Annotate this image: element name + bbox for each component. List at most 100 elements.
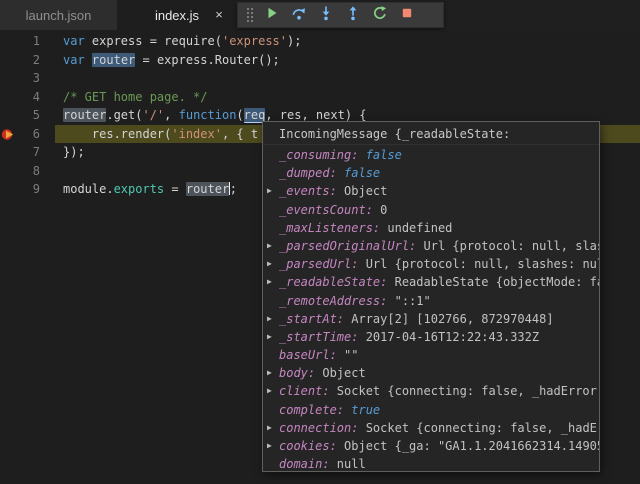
code-line-1[interactable]: 1 var express = require('express'); [0, 32, 640, 51]
hover-property-row: complete: true [263, 401, 599, 419]
property-value: Url {protocol: null, slash [424, 239, 600, 253]
hover-property-row[interactable]: ▶_startTime: 2017-04-16T12:22:43.332Z [263, 328, 599, 346]
hover-property-row[interactable]: ▶_parsedUrl: Url {protocol: null, slashe… [263, 255, 599, 273]
code-token: ); [287, 34, 301, 48]
hover-property-row: _consuming: false [263, 146, 599, 164]
twisty-expand-icon[interactable]: ▶ [267, 255, 272, 273]
property-name: _readableState: [279, 275, 395, 289]
hover-property-row[interactable]: ▶ client: Socket {connecting: false, _had… [263, 382, 599, 400]
code-token: router [92, 53, 135, 67]
property-value: "" [344, 348, 358, 362]
code-token: 'express' [222, 34, 287, 48]
property-name: complete: [279, 403, 351, 417]
code-line-2[interactable]: 2 var router = express.Router(); [0, 51, 640, 70]
stop-button[interactable] [393, 3, 420, 27]
tab-index-js[interactable]: index.js × [118, 0, 236, 30]
glyph-margin [0, 51, 20, 70]
stop-icon [399, 5, 415, 26]
glyph-margin [0, 143, 20, 162]
twisty-expand-icon[interactable]: ▶ [267, 364, 272, 382]
line-content: /* GET home page. */ [55, 88, 640, 107]
twisty-expand-icon[interactable]: ▶ [267, 237, 272, 255]
code-token: , [164, 108, 178, 122]
hover-rows: _consuming: false_dumped: false▶_events:… [263, 146, 599, 472]
hover-property-row: baseUrl: "" [263, 346, 599, 364]
close-icon[interactable]: × [211, 7, 227, 23]
code-token: ( [236, 108, 243, 122]
step-into-button[interactable] [312, 3, 339, 27]
property-name: client: [279, 384, 337, 398]
glyph-margin [0, 162, 20, 181]
property-value: Socket {connecting: false, _hadErr [366, 421, 599, 435]
property-value: Object {_ga: "GA1.1.2041662314.149050 [344, 439, 599, 453]
step-over-icon [291, 5, 307, 26]
continue-button[interactable] [258, 3, 285, 27]
property-value: 0 [380, 203, 387, 217]
line-number: 2 [20, 51, 40, 70]
code-token: exports [114, 182, 165, 196]
twisty-expand-icon[interactable]: ▶ [267, 382, 272, 400]
twisty-expand-icon[interactable]: ▶ [267, 310, 272, 328]
hover-property-row[interactable]: ▶body: Object [263, 364, 599, 382]
property-value: Object [344, 184, 387, 198]
line-content: var express = require('express'); [55, 32, 640, 51]
hover-property-row[interactable]: ▶ cookies: Object {_ga: "GA1.1.2041662314… [263, 437, 599, 455]
property-value: false [366, 148, 402, 162]
twisty-expand-icon[interactable]: ▶ [267, 419, 272, 437]
property-value: "::1" [395, 294, 431, 308]
code-token: '/' [142, 108, 164, 122]
property-name: cookies: [279, 439, 344, 453]
code-token [85, 53, 92, 67]
tab-launch-json[interactable]: launch.json [0, 0, 118, 30]
hover-property-row: _maxListeners: undefined [263, 219, 599, 237]
property-name: _maxListeners: [279, 221, 387, 235]
code-line-3[interactable]: 3 [0, 69, 640, 88]
code-token: }); [63, 145, 85, 159]
property-name: _parsedUrl: [279, 257, 366, 271]
line-content: var router = express.Router(); [55, 51, 640, 70]
drag-handle-icon[interactable] [246, 7, 254, 23]
property-value: Socket {connecting: false, _hadError: [337, 384, 599, 398]
glyph-margin [0, 180, 20, 199]
hover-property-row[interactable]: ▶_startAt: Array[2] [102766, 872970448] [263, 310, 599, 328]
line-number: 9 [20, 180, 40, 199]
debug-hover: IncomingMessage {_readableState: _consum… [262, 121, 600, 472]
twisty-expand-icon[interactable]: ▶ [267, 182, 272, 200]
line-number: 3 [20, 69, 40, 88]
hover-property-row[interactable]: ▶ _parsedOriginalUrl: Url {protocol: null… [263, 237, 599, 255]
step-over-button[interactable] [285, 3, 312, 27]
code-token: res.render( [63, 127, 171, 141]
code-token: router [186, 182, 229, 196]
breakpoint-current-line-icon[interactable] [0, 125, 20, 144]
line-number: 1 [20, 32, 40, 51]
code-token: .get( [106, 108, 142, 122]
property-name: baseUrl: [279, 348, 344, 362]
property-name: _events: [279, 184, 344, 198]
code-token: , res, next) { [265, 108, 366, 122]
code-token: router [63, 108, 106, 122]
code-token: var [63, 53, 85, 67]
twisty-expand-icon[interactable]: ▶ [267, 273, 272, 291]
property-name: _eventsCount: [279, 203, 380, 217]
glyph-margin [0, 32, 20, 51]
restart-button[interactable] [366, 3, 393, 27]
code-token: module. [63, 182, 114, 196]
property-value: Array[2] [102766, 872970448] [351, 312, 553, 326]
property-name: domain: [279, 457, 337, 471]
line-content [55, 69, 640, 88]
hover-property-row[interactable]: ▶ _events: Object [263, 182, 599, 200]
twisty-expand-icon[interactable]: ▶ [267, 328, 272, 346]
property-name: _parsedOriginalUrl: [279, 239, 424, 253]
hover-property-row[interactable]: ▶_readableState: ReadableState {objectMo… [263, 273, 599, 291]
step-into-icon [318, 5, 334, 26]
property-value: undefined [387, 221, 452, 235]
code-line-4[interactable]: 4/* GET home page. */ [0, 88, 640, 107]
line-number: 5 [20, 106, 40, 125]
hover-property-row[interactable]: ▶connection: Socket {connecting: false, … [263, 419, 599, 437]
property-value: 2017-04-16T12:22:43.332Z [366, 330, 539, 344]
continue-icon [264, 5, 280, 26]
step-out-button[interactable] [339, 3, 366, 27]
code-token: = express.Router(); [135, 53, 280, 67]
hover-property-row: domain: null [263, 455, 599, 472]
twisty-expand-icon[interactable]: ▶ [267, 437, 272, 455]
